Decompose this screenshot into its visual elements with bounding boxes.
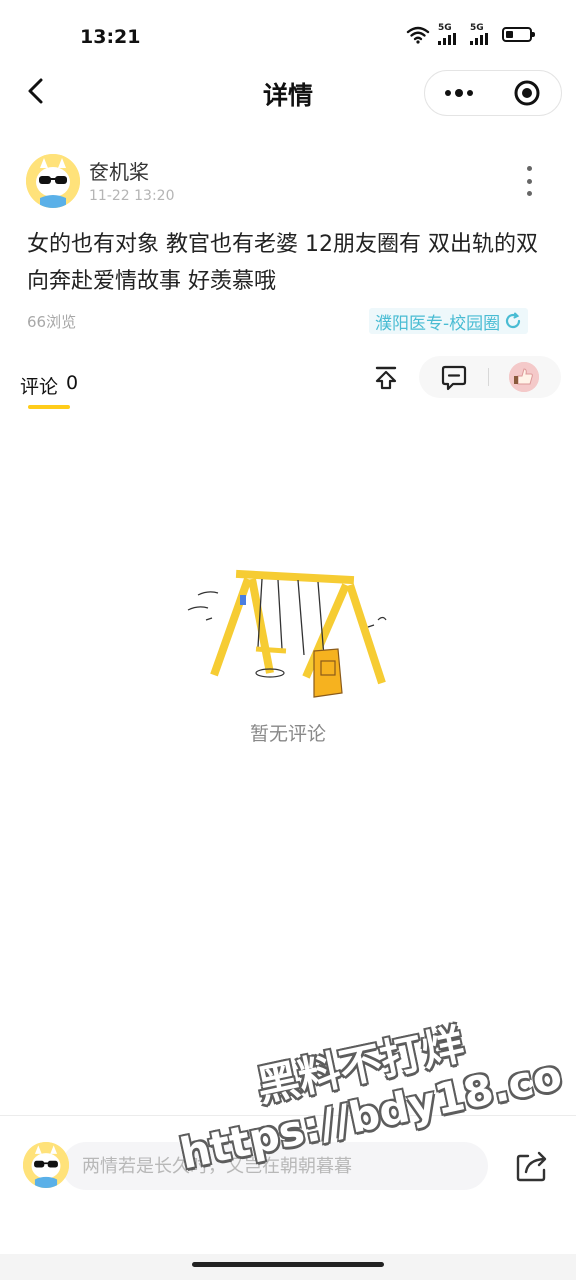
signal-icon: 5G [438, 24, 462, 45]
close-target-icon [514, 80, 540, 106]
comment-count: 0 [66, 372, 79, 394]
author-name[interactable]: 奁机桨 [89, 156, 149, 185]
home-indicator[interactable] [192, 1262, 384, 1267]
more-vertical-icon [526, 166, 532, 171]
view-count: 66浏览 [27, 313, 77, 331]
cat-avatar-icon [26, 154, 80, 208]
more-dots-icon [445, 89, 473, 97]
post-time: 11-22 13:20 [89, 188, 175, 204]
status-icons: 5G 5G [406, 24, 535, 45]
tab-underline [28, 405, 70, 409]
close-mini-program-button[interactable] [493, 71, 561, 115]
tab-comments-label: 评论 [20, 376, 59, 398]
nav-area [0, 1254, 576, 1280]
more-vertical-icon-dot [526, 178, 532, 184]
thumbs-up-avatar-icon [509, 362, 539, 392]
empty-comments-text: 暂无评论 [249, 723, 326, 745]
post-content: 女的也有对象 教官也有老婆 12朋友圈有 双出轨的双向奔赴爱情故事 好羡慕哦 [27, 232, 538, 294]
like-button[interactable] [509, 362, 539, 392]
wifi-icon [406, 26, 430, 44]
empty-swing-illustration [187, 569, 387, 698]
post-more-button[interactable] [520, 166, 538, 196]
my-avatar[interactable] [23, 1142, 69, 1188]
cat-avatar-icon [23, 1142, 69, 1188]
circle-tag-label: 濮阳医专-校园圈 [375, 313, 501, 334]
comment-icon[interactable] [440, 364, 468, 392]
signal-label: 5G [470, 23, 484, 33]
circle-tag[interactable]: 濮阳医专-校园圈 [369, 308, 529, 334]
author-avatar[interactable] [26, 154, 80, 208]
share-icon[interactable] [514, 1148, 550, 1184]
signal-icon: 5G [470, 24, 494, 45]
share-upload-icon[interactable] [372, 364, 400, 392]
pill-divider [488, 368, 489, 386]
refresh-icon [506, 312, 521, 329]
status-time: 13:21 [80, 26, 141, 48]
tab-comments[interactable]: 评论 0 [20, 372, 78, 399]
battery-icon [502, 27, 535, 42]
mini-program-capsule [424, 70, 562, 116]
more-vertical-icon-dot [526, 191, 532, 196]
more-dots-button[interactable] [425, 71, 493, 115]
signal-label: 5G [438, 23, 452, 33]
